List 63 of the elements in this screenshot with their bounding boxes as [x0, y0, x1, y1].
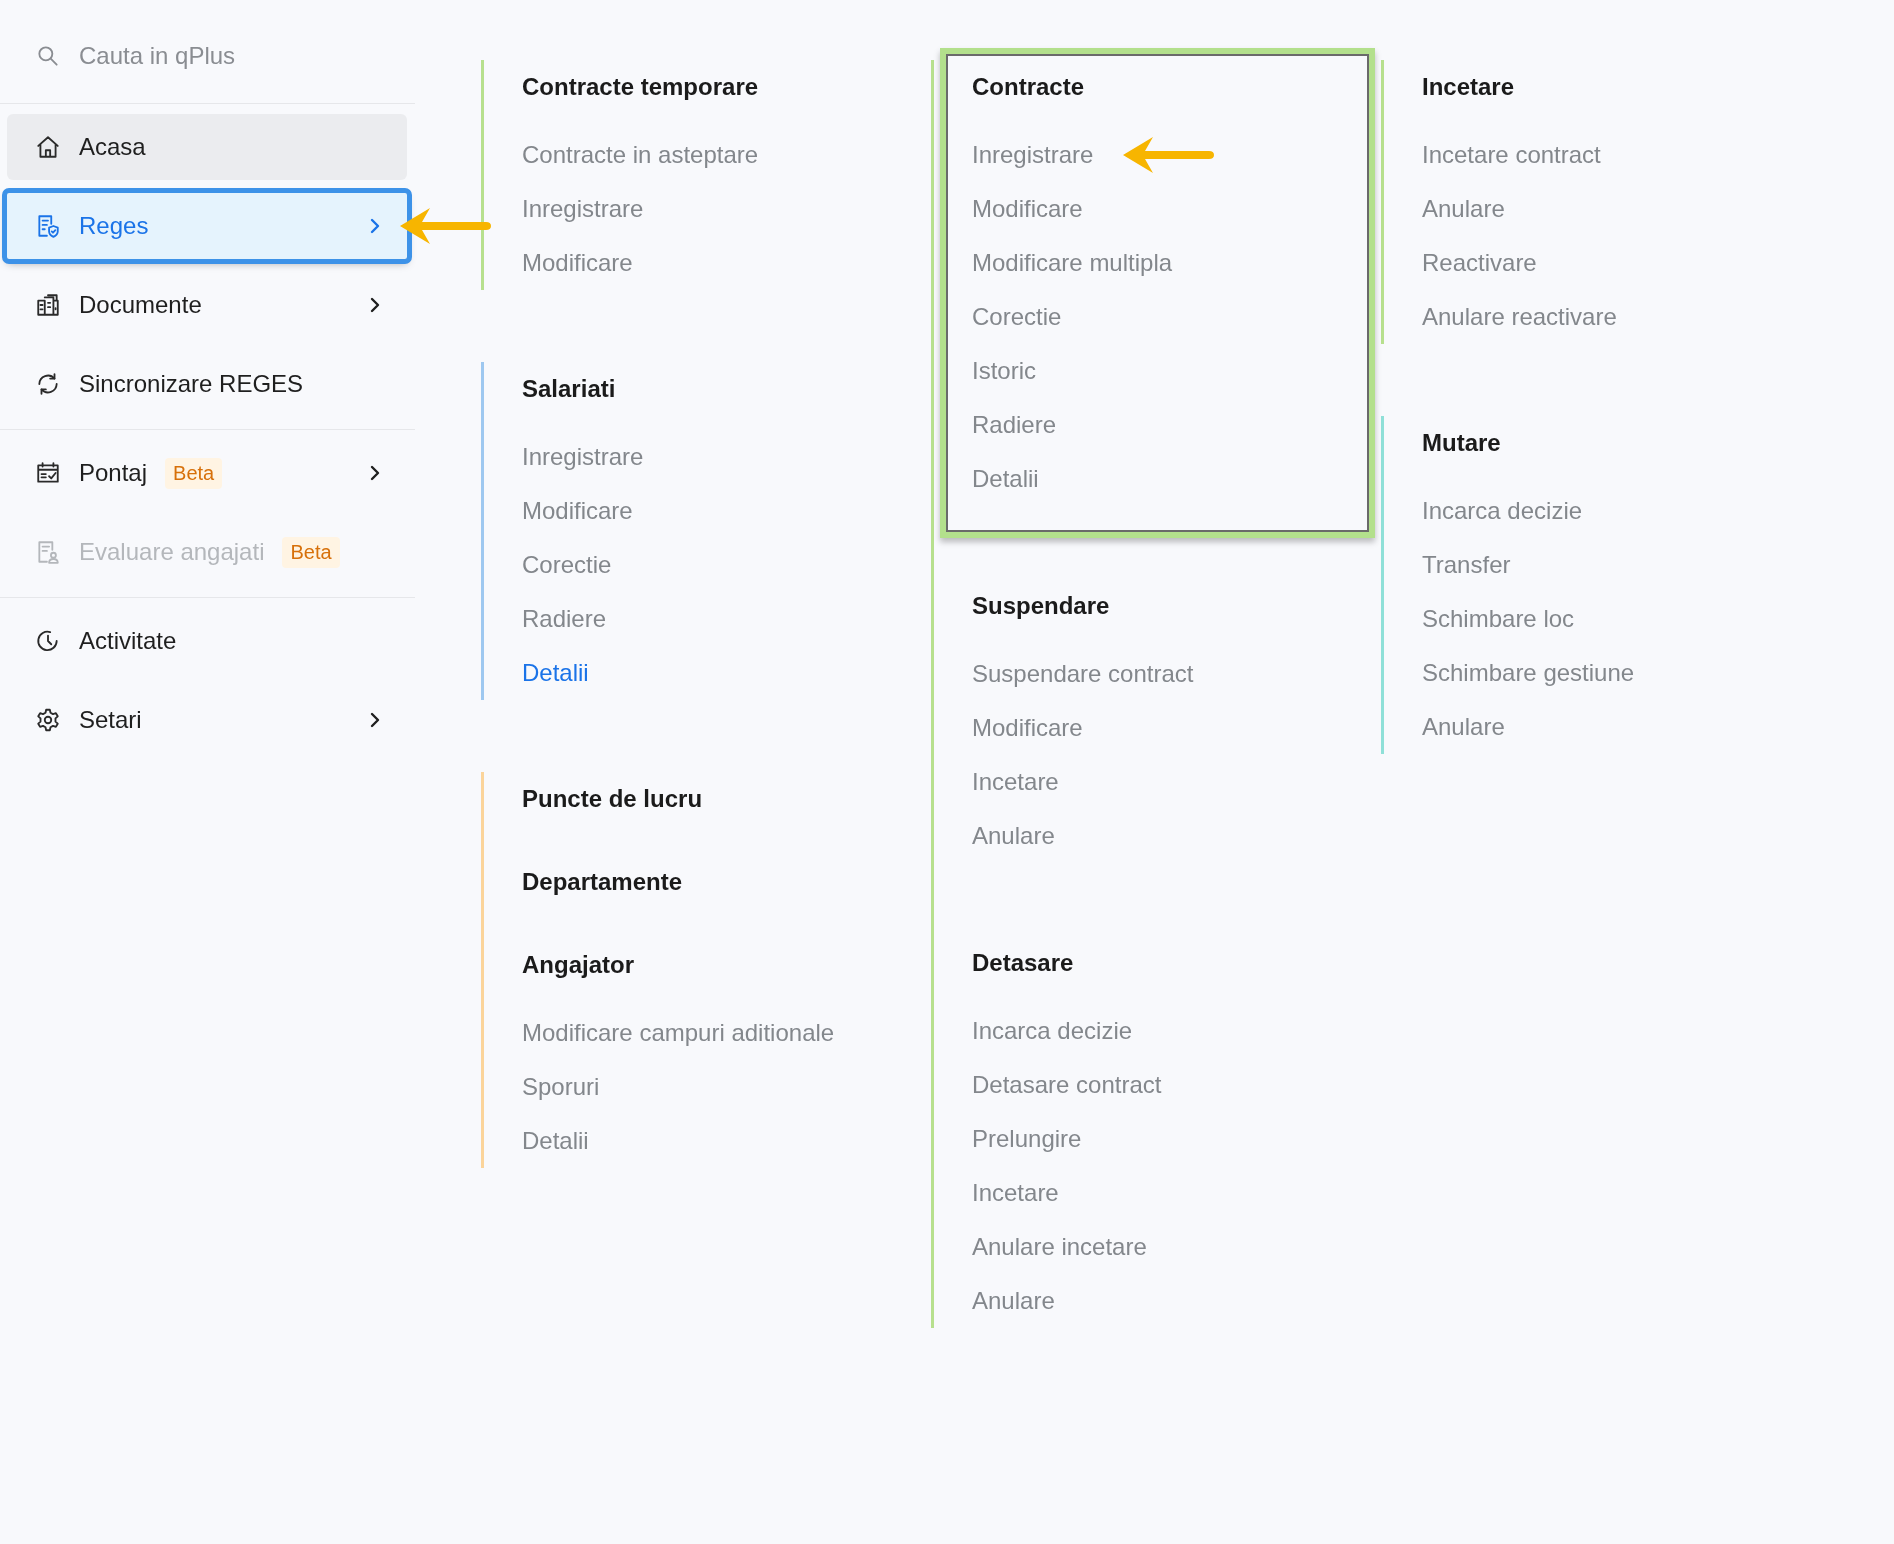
menu-link[interactable]: Modificare	[522, 236, 633, 290]
menu-link[interactable]: Anulare incetare	[972, 1220, 1147, 1274]
sidebar-item[interactable]: Acasa	[7, 114, 407, 180]
menu-link[interactable]: Modificare	[972, 701, 1083, 755]
section-heading: Mutare	[1422, 428, 1501, 458]
menu-link[interactable]: Incetare	[972, 755, 1059, 809]
beta-badge: Beta	[165, 457, 223, 489]
search-field[interactable]: Cauta in qPlus	[79, 41, 379, 70]
calendar-check-icon	[35, 460, 61, 486]
section-heading: Angajator	[522, 950, 634, 980]
menu-link[interactable]: Contracte in asteptare	[522, 128, 759, 182]
section-heading: Detasare	[972, 948, 1074, 978]
menu-link[interactable]: Detalii	[522, 646, 589, 700]
menu-link[interactable]: Incarca decizie	[1422, 484, 1583, 538]
menu-link[interactable]: Radiere	[972, 398, 1057, 452]
beta-badge: Beta	[282, 536, 340, 568]
sidebar-item[interactable]: Activitate	[7, 608, 407, 674]
sidebar-item[interactable]: Sincronizare REGES	[7, 351, 407, 417]
menu-link[interactable]: Incetare	[972, 1166, 1059, 1220]
section-heading: Contracte temporare	[522, 72, 759, 102]
menu-link[interactable]: Suspendare contract	[972, 647, 1194, 701]
section-heading: Salariati	[522, 374, 616, 404]
settings-icon	[35, 707, 61, 733]
menu-link[interactable]: Incarca decizie	[972, 1004, 1133, 1058]
menu-link[interactable]: Modificare	[522, 484, 633, 538]
menu-link[interactable]: Schimbare loc	[1422, 592, 1575, 646]
section-heading: Incetare	[1422, 72, 1515, 102]
section-heading: Suspendare	[972, 591, 1110, 621]
menu-link[interactable]: Inregistrare	[522, 430, 644, 484]
home-icon	[35, 134, 61, 160]
menu-link[interactable]: Schimbare gestiune	[1422, 646, 1635, 700]
menu-link[interactable]: Modificare campuri aditionale	[522, 1006, 835, 1060]
menu-link[interactable]: Sporuri	[522, 1060, 600, 1114]
menu-link[interactable]: Modificare multipla	[972, 236, 1173, 290]
menu-link[interactable]: Istoric	[972, 344, 1036, 398]
menu-link[interactable]: Modificare	[972, 182, 1083, 236]
menu-link[interactable]: Anulare	[972, 1274, 1055, 1328]
menu-link[interactable]: Detalii	[522, 1114, 589, 1168]
menu-link[interactable]: Prelungire	[972, 1112, 1082, 1166]
menu-link[interactable]: Inregistrare	[522, 182, 644, 236]
document-person-icon	[35, 539, 61, 565]
section-heading: Puncte de lucru	[522, 784, 703, 814]
sidebar-item[interactable]: Pontaj Beta	[7, 440, 407, 506]
menu-link[interactable]: Detasare contract	[972, 1058, 1162, 1112]
menu-link[interactable]: Anulare reactivare	[1422, 290, 1617, 344]
section-heading: Departamente	[522, 867, 683, 897]
document-shield-icon	[35, 213, 61, 239]
menu-link[interactable]: Anulare	[1422, 700, 1505, 754]
menu-link[interactable]: Radiere	[522, 592, 607, 646]
section-heading: Contracte	[972, 72, 1085, 102]
menu-link[interactable]: Detalii	[972, 452, 1039, 506]
menu-link[interactable]: Corectie	[972, 290, 1062, 344]
sidebar-item[interactable]: Setari	[7, 687, 407, 753]
documents-icon	[35, 292, 61, 318]
menu-link[interactable]: Anulare	[972, 809, 1055, 863]
clock-icon	[35, 628, 61, 654]
menu-link[interactable]: Corectie	[522, 538, 612, 592]
menu-link[interactable]: Incetare contract	[1422, 128, 1601, 182]
sidebar-item[interactable]: Documente	[7, 272, 407, 338]
menu-link[interactable]: Transfer	[1422, 538, 1511, 592]
menu-link[interactable]: Reactivare	[1422, 236, 1537, 290]
menu-link[interactable]: Inregistrare	[972, 128, 1094, 182]
menu-link[interactable]: Anulare	[1422, 182, 1505, 236]
